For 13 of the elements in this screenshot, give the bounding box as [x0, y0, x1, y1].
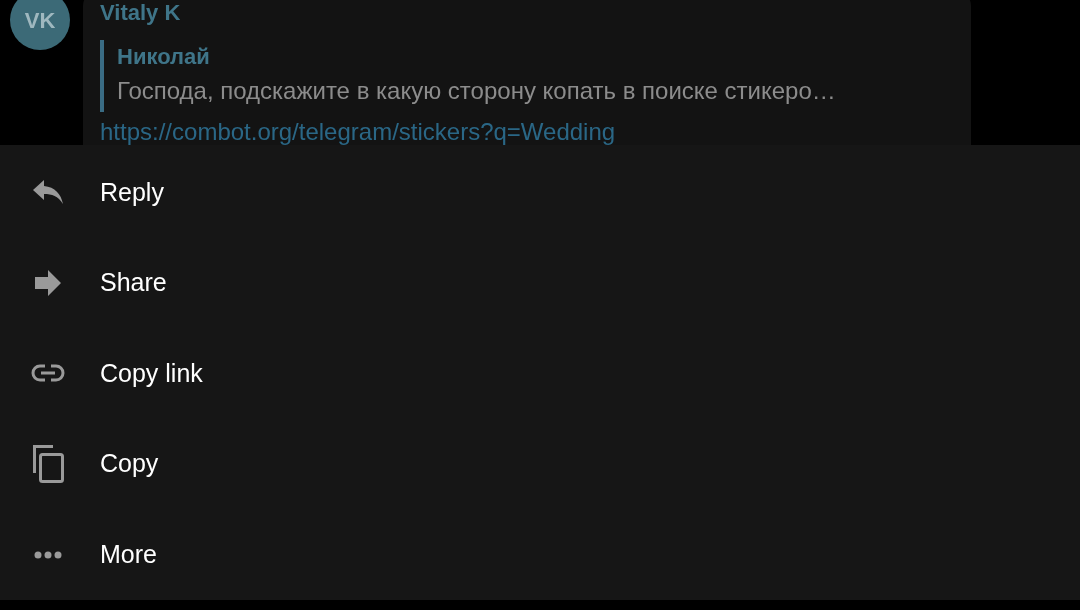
- menu-item[interactable]: Copy: [0, 418, 1080, 510]
- share-arrow-icon: [34, 269, 62, 296]
- menu-item[interactable]: Reply: [0, 147, 1080, 238]
- reply-arrow-icon: [32, 179, 64, 206]
- link-icon: [31, 364, 65, 383]
- quote-text: Господа, подскажите в какую сторону копать в поиске стикеро…: [117, 76, 836, 106]
- quote-author: Николай: [117, 43, 210, 71]
- menu-item[interactable]: More: [0, 509, 1080, 600]
- more-dots-icon: [34, 550, 62, 559]
- menu-item[interactable]: Share: [0, 237, 1080, 329]
- sender-name: Vitaly K: [100, 0, 181, 26]
- menu-item[interactable]: Copy link: [0, 328, 1080, 419]
- copy-icon: [31, 445, 65, 484]
